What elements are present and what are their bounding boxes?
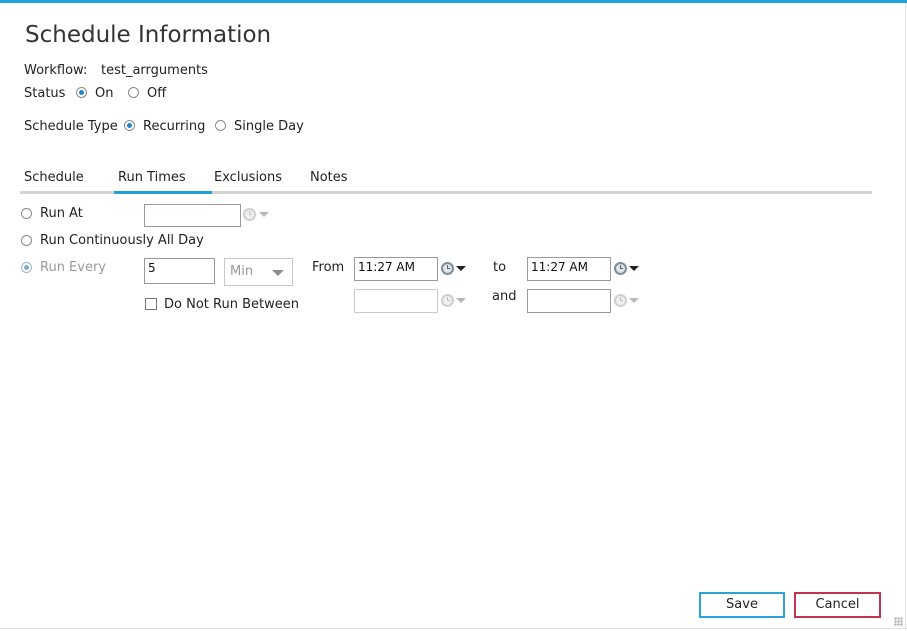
tab-exclusions[interactable]: Exclusions (214, 170, 282, 185)
status-off-radio[interactable] (128, 87, 139, 98)
window-border-bottom (0, 628, 907, 629)
from-label: From (312, 260, 345, 275)
clock-icon[interactable] (441, 294, 454, 307)
chevron-down-icon (272, 270, 284, 276)
run-continuously-label[interactable]: Run Continuously All Day (40, 233, 204, 248)
window-accent-bar (0, 0, 907, 3)
do-not-run-between-label[interactable]: Do Not Run Between (164, 297, 299, 312)
resize-grip-icon[interactable] (894, 617, 903, 626)
do-not-run-between-checkbox[interactable] (145, 298, 157, 310)
and-label: and (492, 289, 517, 304)
run-at-radio[interactable] (21, 208, 32, 219)
do-not-run-start-input[interactable] (354, 289, 438, 313)
status-on-radio[interactable] (76, 87, 87, 98)
from-time-input[interactable]: 11:27 AM (354, 257, 438, 281)
run-every-interval-input[interactable]: 5 (144, 258, 215, 284)
dropdown-arrow-icon[interactable] (629, 298, 639, 303)
run-every-radio[interactable] (21, 262, 32, 273)
workflow-label: Workflow: (24, 63, 88, 78)
tab-notes[interactable]: Notes (310, 170, 348, 185)
schedule-type-label: Schedule Type (24, 119, 118, 134)
tab-schedule[interactable]: Schedule (24, 170, 84, 185)
window-border-right (905, 3, 906, 628)
clock-icon[interactable] (243, 208, 256, 221)
to-time-input[interactable]: 11:27 AM (527, 257, 611, 281)
tab-active-indicator (114, 191, 212, 194)
status-off-label[interactable]: Off (147, 86, 166, 101)
tab-run-times[interactable]: Run Times (118, 170, 186, 185)
clock-icon[interactable] (614, 294, 627, 307)
schedule-type-single-day-radio[interactable] (215, 120, 226, 131)
status-on-label[interactable]: On (95, 86, 113, 101)
run-every-unit-value: Min (230, 264, 254, 279)
status-label: Status (24, 86, 66, 101)
schedule-type-recurring-label[interactable]: Recurring (143, 119, 205, 134)
workflow-value: test_arrguments (101, 63, 208, 78)
run-continuously-radio[interactable] (21, 235, 32, 246)
dropdown-arrow-icon[interactable] (456, 266, 466, 271)
dropdown-arrow-icon[interactable] (629, 266, 639, 271)
dialog-title: Schedule Information (25, 22, 272, 48)
clock-icon[interactable] (441, 262, 454, 275)
schedule-type-recurring-radio[interactable] (124, 120, 135, 131)
cancel-button[interactable]: Cancel (794, 592, 881, 618)
schedule-type-single-day-label[interactable]: Single Day (234, 119, 304, 134)
run-at-label[interactable]: Run At (40, 206, 83, 221)
clock-icon[interactable] (614, 262, 627, 275)
run-every-label[interactable]: Run Every (40, 260, 106, 275)
dropdown-arrow-icon[interactable] (456, 298, 466, 303)
run-at-time-input[interactable] (144, 204, 241, 227)
run-every-unit-select[interactable]: Min (224, 258, 293, 286)
dropdown-arrow-icon[interactable] (259, 212, 269, 217)
save-button[interactable]: Save (699, 592, 785, 618)
to-label: to (493, 260, 507, 275)
do-not-run-end-input[interactable] (527, 289, 611, 313)
